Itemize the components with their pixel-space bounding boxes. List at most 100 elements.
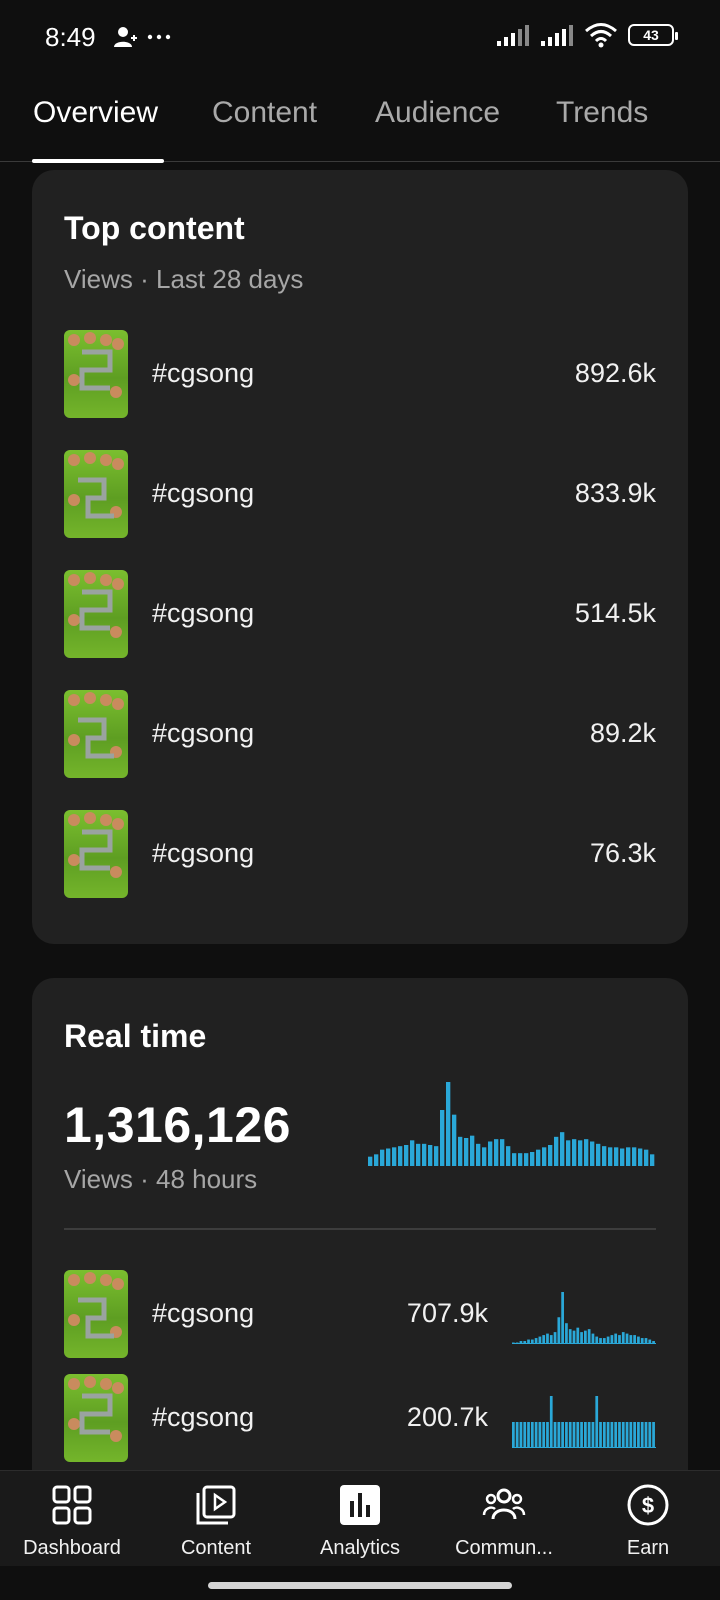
thumbnail-maze — [79, 589, 113, 631]
nav-earn[interactable]: $ Earn — [576, 1483, 720, 1560]
chart-bar — [512, 1422, 515, 1448]
status-left-icons — [112, 24, 172, 50]
thumbnail-face — [68, 454, 80, 466]
thumbnail-maze — [79, 1393, 113, 1435]
thumbnail-face — [112, 458, 124, 470]
thumbnail-face — [110, 1430, 122, 1442]
chart-bar — [608, 1147, 613, 1166]
chart-bar — [452, 1114, 457, 1166]
chart-bar — [644, 1149, 649, 1166]
thumbnail-face — [68, 734, 80, 746]
top-content-card[interactable]: Top content Views · Last 28 days #cgsong… — [32, 170, 688, 944]
chart-bar — [410, 1140, 415, 1166]
nav-label: Earn — [626, 1537, 670, 1559]
thumbnail-maze — [78, 1297, 114, 1339]
chart-bar — [626, 1147, 631, 1166]
chart-bar — [519, 1422, 523, 1448]
thumbnail-face — [112, 698, 124, 710]
active-tab-indicator — [32, 159, 164, 163]
chart-bar — [629, 1422, 633, 1448]
video-title: #cgsong — [152, 838, 255, 868]
content-row[interactable]: #cgsong 833.9k — [64, 450, 656, 538]
home-indicator — [208, 1582, 512, 1589]
status-right: 43 — [496, 22, 678, 48]
chart-bar — [560, 1132, 565, 1166]
tab-overview[interactable]: Overview — [33, 96, 158, 130]
video-thumbnail — [64, 1374, 128, 1462]
nav-content[interactable]: Content — [144, 1483, 288, 1560]
chart-bar — [576, 1327, 580, 1344]
thumbnail-face — [100, 814, 112, 826]
thumbnail-art — [68, 1376, 124, 1442]
wifi-icon — [585, 23, 617, 48]
chart-bar — [625, 1333, 629, 1344]
chart-bar — [591, 1333, 595, 1344]
thumbnail-maze — [78, 477, 114, 519]
tab-audience[interactable]: Audience — [375, 96, 500, 130]
chart-bar — [542, 1147, 547, 1166]
tab-content[interactable]: Content — [212, 96, 317, 130]
tab-trends[interactable]: Trends — [556, 96, 648, 130]
chart-bar — [568, 1329, 572, 1344]
chart-bar — [618, 1335, 621, 1344]
chart-bar — [470, 1135, 475, 1166]
content-row[interactable]: #cgsong 76.3k — [64, 810, 656, 898]
content-row[interactable]: #cgsong 514.5k — [64, 570, 656, 658]
card-subtitle: Views · Last 28 days — [64, 264, 304, 294]
chart-bar — [640, 1422, 644, 1448]
thumbnail-face — [84, 692, 96, 704]
thumbnail-maze — [79, 829, 113, 871]
content-row[interactable]: #cgsong 892.6k — [64, 330, 656, 418]
chart-bar — [633, 1335, 636, 1344]
content-row[interactable]: #cgsong 89.2k — [64, 690, 656, 778]
chart-bar — [599, 1422, 602, 1448]
nav-community[interactable]: Commun... — [432, 1483, 576, 1560]
chart-bar — [549, 1335, 553, 1344]
more-dots-icon — [147, 34, 171, 40]
chart-bar — [386, 1148, 391, 1166]
chart-bar — [548, 1145, 553, 1166]
realtime-row[interactable]: #cgsong 200.7k — [64, 1374, 656, 1462]
thumbnail-art — [68, 452, 124, 519]
realtime-row[interactable]: #cgsong 707.9k — [64, 1270, 656, 1358]
thumbnail-maze — [79, 349, 113, 391]
signal-icon-2 — [541, 25, 573, 46]
chart-bar — [606, 1422, 610, 1448]
chart-bar — [561, 1292, 564, 1344]
chart-bar — [422, 1143, 427, 1166]
chart-bar — [374, 1154, 379, 1166]
real-time-card[interactable]: Real time 1,316,126 Views · 48 hours #cg… — [32, 978, 688, 1498]
chart-bar — [523, 1422, 527, 1448]
chart-bar — [398, 1146, 403, 1166]
chart-bar — [416, 1143, 421, 1166]
card-title: Top content — [64, 210, 245, 246]
video-sparkline — [512, 1396, 656, 1448]
thumbnail-face — [112, 578, 124, 590]
chart-bar — [614, 1422, 618, 1448]
thumbnail-face — [112, 338, 124, 350]
video-views: 76.3k — [589, 838, 656, 868]
chart-bar — [404, 1145, 409, 1166]
video-thumbnail — [64, 1270, 128, 1358]
chart-bar — [434, 1146, 439, 1166]
chart-bar — [482, 1147, 487, 1166]
chart-bar — [632, 1147, 637, 1166]
battery-level: 43 — [643, 27, 659, 43]
chart-bar — [524, 1153, 529, 1166]
chart-bar — [584, 1422, 587, 1448]
chart-bar — [606, 1336, 610, 1344]
chart-bar — [428, 1145, 433, 1166]
chart-bar — [595, 1336, 599, 1344]
chart-bar — [637, 1422, 640, 1448]
thumbnail-art — [68, 1272, 124, 1339]
nav-label: Content — [180, 1537, 252, 1559]
chart-bar — [542, 1335, 546, 1344]
chart-bar — [584, 1139, 589, 1166]
chart-bar — [637, 1336, 640, 1344]
bottom-nav: Dashboard Content Analytics Commun... $ … — [0, 1470, 720, 1566]
nav-analytics[interactable]: Analytics — [288, 1483, 432, 1560]
chart-bar — [553, 1332, 557, 1344]
nav-dashboard[interactable]: Dashboard — [0, 1483, 144, 1560]
chart-bar — [644, 1422, 648, 1448]
thumbnail-face — [68, 1274, 80, 1286]
